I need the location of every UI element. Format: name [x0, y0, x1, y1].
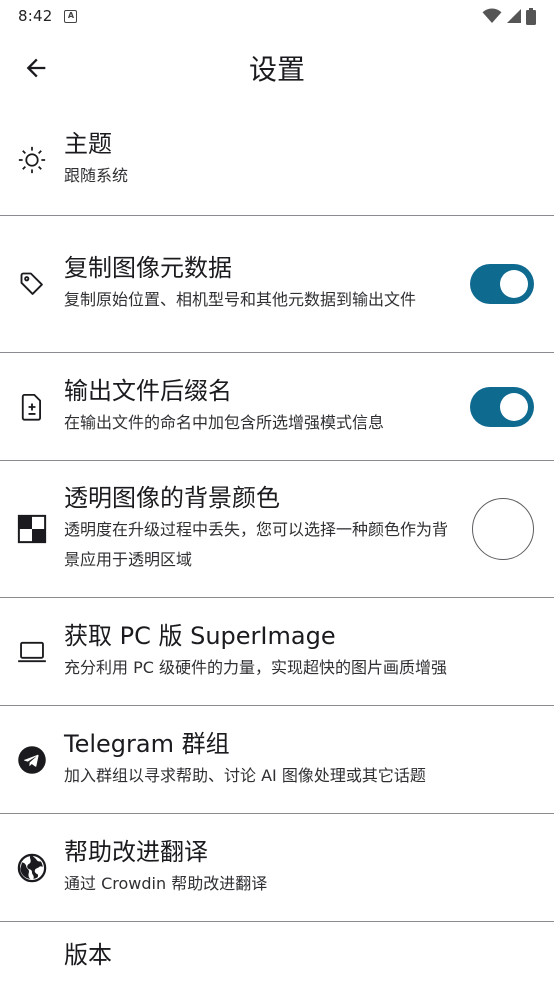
setting-title: 透明图像的背景颜色	[64, 484, 280, 513]
app-bar: 设置	[0, 32, 554, 104]
battery-icon	[526, 7, 536, 25]
setting-output-suffix[interactable]: 输出文件后缀名 在输出文件的命名中加包含所选增强模式信息	[0, 353, 554, 461]
arrow-left-icon	[26, 58, 46, 78]
page-title: 设置	[248, 53, 305, 86]
settings-list: 主题 跟随系统 复制图像元数据 复制原始位置、相机型号和其他元数据到输出文件 输…	[0, 104, 554, 984]
setting-subtitle: 透明度在升级过程中丢失，您可以选择一种颜色作为背景应用于透明区域	[64, 520, 449, 569]
setting-title: 获取 PC 版 SuperImage	[64, 621, 336, 650]
setting-translate[interactable]: 帮助改进翻译 通过 Crowdin 帮助改进翻译	[0, 814, 554, 922]
setting-telegram[interactable]: Telegram 群组 加入群组以寻求帮助、讨论 AI 图像处理或其它话题	[0, 706, 554, 814]
sun-icon	[18, 146, 46, 173]
cellular-signal-icon	[507, 9, 521, 23]
setting-title: 复制图像元数据	[64, 254, 232, 283]
globe-icon	[17, 853, 47, 882]
setting-bg-color[interactable]: 透明图像的背景颜色 透明度在升级过程中丢失，您可以选择一种颜色作为背景应用于透明…	[0, 461, 554, 598]
notification-icon: A	[64, 9, 78, 23]
setting-version[interactable]: 版本	[0, 922, 554, 984]
toggle-knob	[500, 392, 528, 421]
checkerboard-icon	[17, 514, 47, 544]
setting-subtitle: 通过 Crowdin 帮助改进翻译	[64, 873, 268, 893]
back-button[interactable]	[14, 46, 58, 90]
laptop-icon	[18, 641, 46, 662]
setting-title: Telegram 群组	[64, 729, 230, 758]
status-bar: 8:42 A	[0, 0, 554, 32]
output-suffix-toggle[interactable]	[470, 386, 534, 427]
setting-title: 输出文件后缀名	[64, 376, 232, 405]
tag-icon	[20, 272, 43, 295]
toggle-knob	[500, 270, 528, 298]
setting-subtitle: 充分利用 PC 级硬件的力量，实现超快的图片画质增强	[64, 657, 447, 677]
telegram-icon	[18, 745, 46, 774]
setting-title: 主题	[64, 129, 112, 158]
setting-theme[interactable]: 主题 跟随系统	[0, 104, 554, 216]
file-diff-icon	[21, 393, 41, 421]
setting-pc-version[interactable]: 获取 PC 版 SuperImage 充分利用 PC 级硬件的力量，实现超快的图…	[0, 598, 554, 706]
setting-subtitle: 加入群组以寻求帮助、讨论 AI 图像处理或其它话题	[64, 765, 426, 785]
setting-subtitle: 复制原始位置、相机型号和其他元数据到输出文件	[64, 290, 417, 310]
setting-copy-metadata[interactable]: 复制图像元数据 复制原始位置、相机型号和其他元数据到输出文件	[0, 216, 554, 353]
copy-metadata-toggle[interactable]	[470, 264, 534, 304]
setting-subtitle: 在输出文件的命名中加包含所选增强模式信息	[64, 412, 385, 432]
setting-title: 帮助改进翻译	[64, 837, 208, 866]
setting-title: 版本	[64, 941, 112, 969]
bg-color-swatch[interactable]	[472, 498, 534, 560]
setting-subtitle: 跟随系统	[64, 165, 129, 185]
wifi-icon	[482, 8, 502, 23]
status-icons	[482, 7, 536, 25]
status-time: 8:42	[18, 7, 53, 25]
